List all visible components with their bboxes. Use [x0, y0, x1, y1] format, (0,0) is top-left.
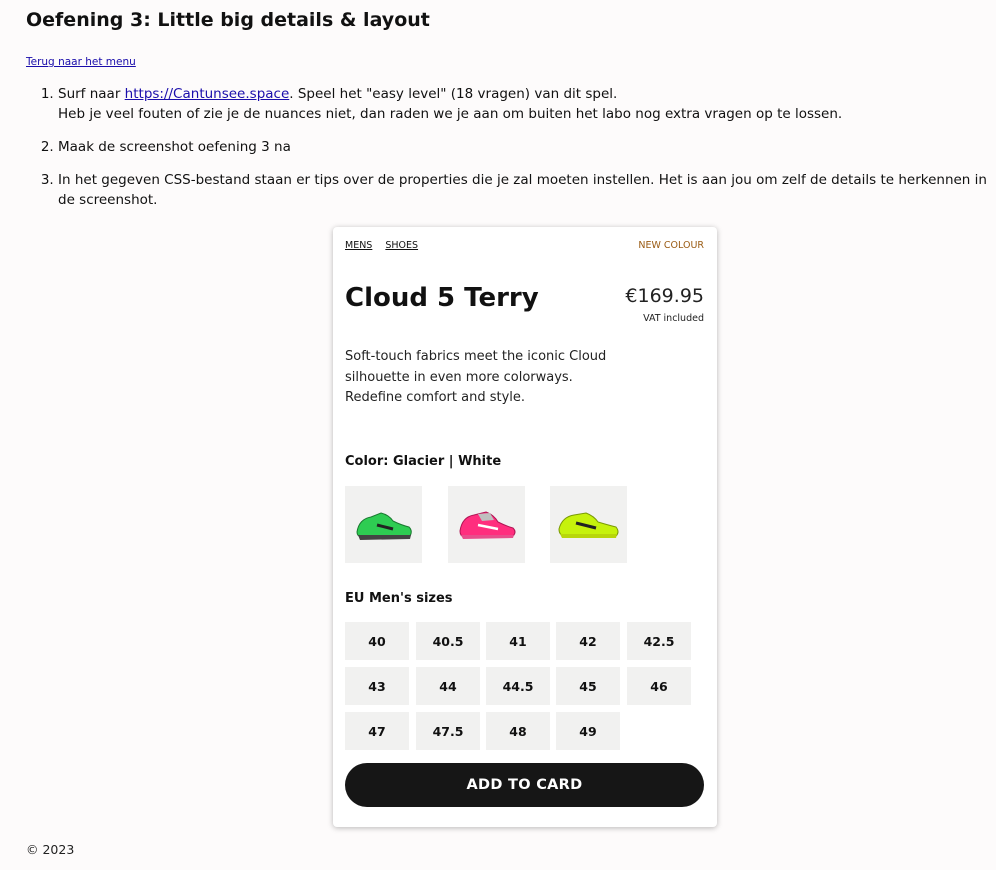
breadcrumb-mens[interactable]: MENS [345, 240, 372, 251]
size-option[interactable]: 48 [486, 712, 550, 750]
instruction-item-3: In het gegeven CSS-bestand staan er tips… [58, 170, 996, 210]
product-name: Cloud 5 Terry [345, 283, 539, 313]
size-option[interactable]: 42.5 [627, 622, 691, 660]
add-to-cart-button[interactable]: ADD TO CARD [345, 763, 704, 807]
color-swatch-yellow[interactable] [550, 486, 627, 563]
sizes-label: EU Men's sizes [345, 591, 453, 606]
size-option[interactable]: 41 [486, 622, 550, 660]
color-label: Color: Glacier | White [345, 454, 502, 469]
page-title: Oefening 3: Little big details & layout [26, 9, 430, 31]
back-to-menu-link[interactable]: Terug naar het menu [26, 56, 136, 68]
breadcrumb: MENS SHOES [345, 240, 428, 251]
yellow-shoe-icon [557, 511, 618, 538]
product-description: Soft-touch fabrics meet the iconic Cloud… [345, 349, 607, 405]
instruction-item-2: Maak de screenshot oefening 3 na [58, 137, 996, 157]
size-option[interactable]: 42 [556, 622, 620, 660]
product-price: €169.95 [625, 285, 704, 307]
size-option[interactable]: 47 [345, 712, 409, 750]
instruction-1-text-before: Surf naar [58, 86, 125, 102]
size-option[interactable]: 45 [556, 667, 620, 705]
size-option[interactable]: 40 [345, 622, 409, 660]
size-option[interactable]: 40.5 [416, 622, 480, 660]
product-card: MENS SHOES NEW COLOUR Cloud 5 Terry €169… [333, 227, 717, 827]
instruction-list: Surf naar https://Cantunsee.space. Speel… [26, 84, 996, 223]
color-swatch-pink[interactable] [448, 486, 525, 563]
pink-shoe-icon [458, 510, 515, 539]
green-shoe-icon [355, 511, 412, 540]
instruction-item-1: Surf naar https://Cantunsee.space. Speel… [58, 84, 996, 124]
size-option[interactable]: 47.5 [416, 712, 480, 750]
cantunsee-link[interactable]: https://Cantunsee.space [125, 86, 290, 102]
new-colour-tag: NEW COLOUR [638, 240, 704, 251]
breadcrumb-shoes[interactable]: SHOES [385, 240, 418, 251]
size-option[interactable]: 49 [556, 712, 620, 750]
instruction-1-text-after: . Speel het "easy level" (18 vragen) van… [289, 86, 618, 102]
instruction-1-text-line2: Heb je veel fouten of zie je de nuances … [58, 106, 843, 122]
footer-copyright: © 2023 [26, 842, 75, 857]
size-option[interactable]: 46 [627, 667, 691, 705]
size-option[interactable]: 44.5 [486, 667, 550, 705]
vat-note: VAT included [643, 313, 704, 324]
size-option[interactable]: 43 [345, 667, 409, 705]
color-swatch-green[interactable] [345, 486, 422, 563]
size-option[interactable]: 44 [416, 667, 480, 705]
